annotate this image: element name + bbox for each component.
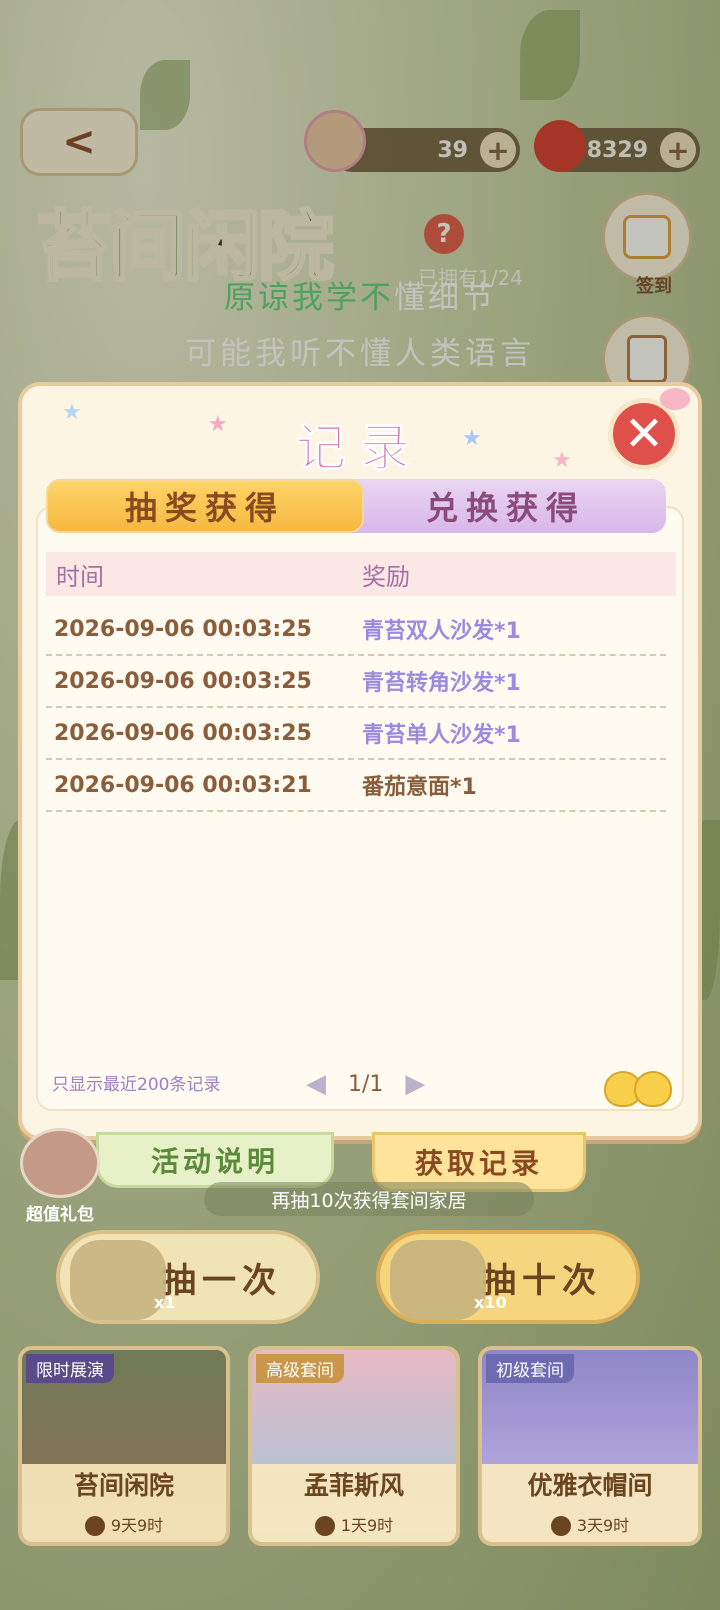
- page-indicator: 1/1: [348, 1071, 384, 1097]
- records-tabs: 抽奖获得 兑换获得: [46, 479, 666, 533]
- table-row: 2026-09-06 00:03:21 番茄意面*1: [46, 760, 666, 812]
- records-list: 2026-09-06 00:03:25 青苔双人沙发*1 2026-09-06 …: [46, 604, 666, 812]
- suite-card[interactable]: 限时展演 苔间闲院 9天9时: [18, 1346, 230, 1546]
- table-header: 时间 奖励: [46, 552, 676, 596]
- clock-icon: [84, 1516, 105, 1536]
- draw-once-label: 抽一次: [162, 1260, 282, 1301]
- next-page-button[interactable]: ▶: [405, 1069, 425, 1099]
- row-reward: 青苔单人沙发*1: [362, 723, 521, 748]
- row-time: 2026-09-06 00:03:25: [54, 668, 312, 694]
- column-time: 时间: [56, 562, 104, 591]
- suite-card[interactable]: 初级套间 优雅衣帽间 3天9时: [478, 1346, 702, 1546]
- records-limit-note: 只显示最近200条记录: [52, 1075, 221, 1095]
- draw-ten-button[interactable]: x10 抽十次: [376, 1230, 640, 1324]
- row-reward: 青苔双人沙发*1: [362, 619, 521, 644]
- table-row: 2026-09-06 00:03:25 青苔双人沙发*1: [46, 604, 666, 656]
- row-time: 2026-09-06 00:03:25: [54, 616, 312, 642]
- modal-title: 记录: [296, 419, 424, 478]
- suite-tag: 限时展演: [26, 1354, 114, 1383]
- suite-name: 优雅衣帽间: [527, 1471, 653, 1500]
- suite-name: 苔间闲院: [73, 1471, 174, 1500]
- row-time: 2026-09-06 00:03:21: [54, 772, 312, 798]
- tab-lottery[interactable]: 抽奖获得: [46, 479, 364, 533]
- row-reward: 番茄意面*1: [362, 775, 477, 800]
- draw-hint: 再抽10次获得套间家居: [204, 1182, 534, 1216]
- clock-icon: [314, 1516, 335, 1536]
- table-row: 2026-09-06 00:03:25 青苔单人沙发*1: [46, 708, 666, 760]
- suite-tag: 初级套间: [486, 1354, 574, 1383]
- gift-pack-button[interactable]: [20, 1128, 100, 1198]
- suite-name: 孟菲斯风: [303, 1471, 404, 1500]
- suite-timer: 1天9时: [252, 1512, 456, 1536]
- bow-icon: [660, 388, 690, 410]
- chick-mascot-icon: [604, 1065, 676, 1107]
- close-icon: ✕: [623, 406, 665, 462]
- suite-timer: 9天9时: [22, 1512, 226, 1536]
- rules-tab[interactable]: 活动说明: [96, 1132, 334, 1188]
- suite-timer: 3天9时: [482, 1512, 698, 1536]
- draw-once-cost: x1: [154, 1293, 176, 1312]
- draw-once-button[interactable]: x1 抽一次: [56, 1230, 320, 1324]
- suite-card[interactable]: 高级套间 孟菲斯风 1天9时: [248, 1346, 460, 1546]
- gift-pack-label: 超值礼包: [26, 1205, 94, 1225]
- draw-ten-cost: x10: [474, 1293, 507, 1312]
- tab-exchange[interactable]: 兑换获得: [346, 479, 666, 533]
- token-icon: [390, 1240, 486, 1320]
- table-row: 2026-09-06 00:03:25 青苔转角沙发*1: [46, 656, 666, 708]
- records-panel: 时间 奖励 2026-09-06 00:03:25 青苔双人沙发*1 2026-…: [36, 506, 684, 1111]
- row-time: 2026-09-06 00:03:25: [54, 720, 312, 746]
- row-reward: 青苔转角沙发*1: [362, 671, 521, 696]
- suite-tag: 高级套间: [256, 1354, 344, 1383]
- prev-page-button[interactable]: ◀: [306, 1069, 326, 1099]
- pagination: ◀ 1/1 ▶: [306, 1069, 425, 1099]
- token-icon: [70, 1240, 166, 1320]
- records-modal: ★ ★ ★ ★ 记录 ✕ 时间 奖励 2026-09-06 00:03:25 青…: [18, 382, 702, 1140]
- column-reward: 奖励: [362, 562, 410, 591]
- clock-icon: [550, 1516, 571, 1536]
